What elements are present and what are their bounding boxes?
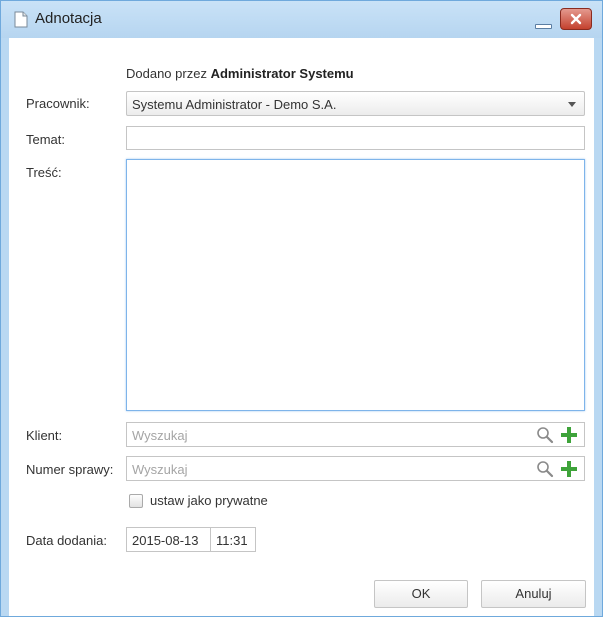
close-button[interactable] [560, 8, 592, 30]
case-number-label: Numer sprawy: [26, 462, 114, 477]
subject-input[interactable] [126, 126, 585, 150]
client-search-button[interactable] [536, 426, 554, 444]
added-by-prefix: Dodano przez [126, 66, 207, 81]
content-textarea[interactable] [126, 159, 585, 411]
date-added-label: Data dodania: [26, 533, 107, 548]
ok-button[interactable]: OK [374, 580, 468, 608]
window-title: Adnotacja [35, 10, 102, 27]
dialog-content: Dodano przez Administrator Systemu Praco… [9, 38, 594, 616]
content-label: Treść: [26, 165, 62, 180]
close-icon [570, 13, 582, 25]
chevron-down-icon [568, 102, 576, 107]
private-checkbox[interactable] [129, 494, 143, 508]
client-add-button[interactable] [560, 426, 578, 444]
time-value: 11:31 [216, 533, 248, 548]
magnifier-icon [537, 461, 554, 478]
case-number-placeholder: Wyszukaj [132, 462, 188, 477]
magnifier-icon [537, 427, 554, 444]
minimize-button[interactable] [529, 15, 555, 31]
case-number-search-button[interactable] [536, 460, 554, 478]
client-placeholder: Wyszukaj [132, 428, 188, 443]
plus-icon [561, 427, 577, 443]
added-by-name: Administrator Systemu [210, 66, 354, 81]
employee-select[interactable]: Systemu Administrator - Demo S.A. [126, 91, 585, 116]
document-icon [14, 11, 28, 28]
client-search-field[interactable]: Wyszukaj [126, 422, 585, 447]
title-bar[interactable]: Adnotacja [1, 1, 602, 38]
employee-value: Systemu Administrator - Demo S.A. [132, 97, 337, 112]
annotation-dialog: Adnotacja Dodano przez Administrator Sys… [0, 0, 603, 617]
client-label: Klient: [26, 428, 63, 443]
date-field[interactable]: 2015-08-13 [126, 527, 211, 552]
time-field[interactable]: 11:31 [210, 527, 256, 552]
subject-label: Temat: [26, 132, 66, 147]
case-number-add-button[interactable] [560, 460, 578, 478]
plus-icon [561, 461, 577, 477]
date-value: 2015-08-13 [132, 533, 199, 548]
cancel-button[interactable]: Anuluj [481, 580, 586, 608]
case-number-search-field[interactable]: Wyszukaj [126, 456, 585, 481]
added-by-text: Dodano przez Administrator Systemu [126, 66, 354, 81]
private-checkbox-label[interactable]: ustaw jako prywatne [150, 493, 268, 508]
employee-label: Pracownik: [26, 96, 90, 111]
